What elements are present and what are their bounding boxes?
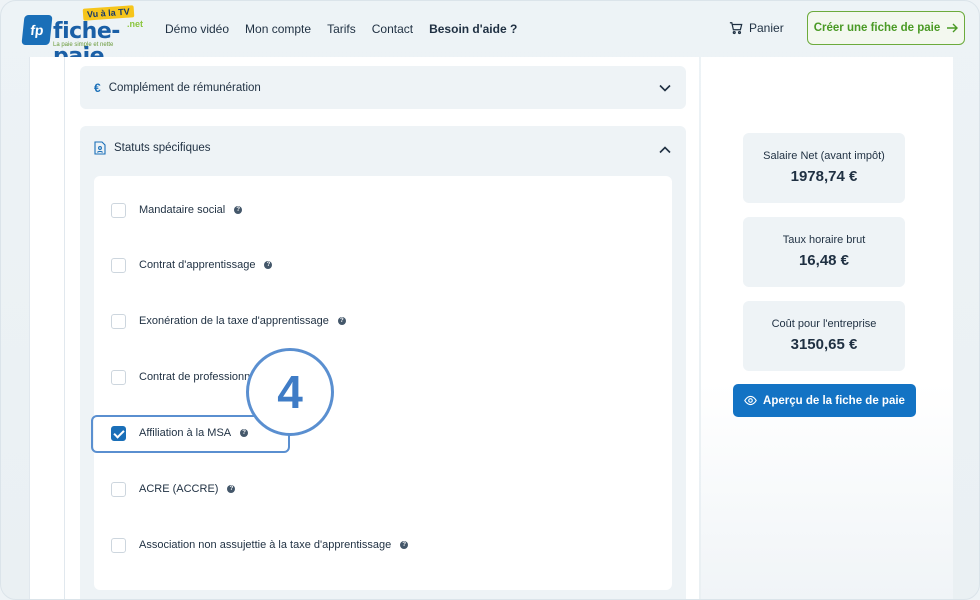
form-panel: € Complément de rémunération Statuts spé… — [29, 57, 699, 599]
help-icon[interactable]: ? — [227, 485, 236, 493]
create-payslip-label: Créer une fiche de paie — [813, 22, 941, 34]
nav-contact[interactable]: Contact — [372, 22, 413, 36]
logo-net: .net — [127, 19, 144, 29]
eye-icon — [744, 395, 757, 406]
logo-badge: fp — [21, 15, 53, 45]
accordion-complement-label: Complément de rémunération — [108, 82, 261, 94]
preview-payslip-button[interactable]: Aperçu de la fiche de paie — [733, 384, 916, 417]
nav-demo-video[interactable]: Démo vidéo — [165, 22, 229, 36]
checkbox[interactable] — [111, 537, 126, 553]
option-label: Association non assujettie à la taxe d'a… — [139, 539, 392, 551]
accordion-title: € Complément de rémunération — [94, 81, 261, 95]
checkbox[interactable] — [111, 481, 126, 497]
preview-label: Aperçu de la fiche de paie — [763, 394, 905, 407]
divider — [64, 57, 65, 599]
help-icon[interactable]: ? — [337, 317, 346, 325]
accordion-statuts-label: Statuts spécifiques — [114, 142, 211, 154]
stat-value: 3150,65 € — [790, 336, 858, 353]
accordion-title: Statuts spécifiques — [94, 141, 211, 155]
stat-salaire-net: Salaire Net (avant impôt) 1978,74 € — [743, 133, 905, 203]
stat-value: 16,48 € — [798, 252, 850, 269]
app-window: fp Vu à la TV fiche-paie .net La paie si… — [0, 0, 980, 600]
step-number-badge: 4 — [246, 348, 334, 436]
options-list: Mandataire social ? Contrat d'apprentiss… — [94, 176, 672, 590]
option-label: Exonération de la taxe d'apprentissage — [139, 315, 329, 327]
create-payslip-button[interactable]: Créer une fiche de paie — [807, 11, 965, 45]
nav-besoin-aide[interactable]: Besoin d'aide ? — [429, 22, 517, 36]
accordion-complement-remuneration[interactable]: € Complément de rémunération — [80, 66, 686, 109]
option-contrat-apprentissage[interactable]: Contrat d'apprentissage ? — [111, 257, 273, 273]
stat-cout-entreprise: Coût pour l'entreprise 3150,65 € — [743, 301, 905, 371]
checkbox[interactable] — [111, 202, 126, 218]
top-header: fp Vu à la TV fiche-paie .net La paie si… — [1, 1, 979, 69]
option-exoneration-taxe[interactable]: Exonération de la taxe d'apprentissage ? — [111, 313, 346, 329]
help-icon[interactable]: ? — [234, 206, 243, 214]
cart-label: Panier — [749, 21, 784, 35]
option-label: Contrat d'apprentissage — [139, 259, 256, 271]
checkbox[interactable] — [111, 257, 126, 273]
option-acre[interactable]: ACRE (ACCRE) ? — [111, 481, 236, 497]
stat-taux-horaire: Taux horaire brut 16,48 € — [743, 217, 905, 287]
chevron-up-icon[interactable] — [658, 143, 672, 157]
option-label: Mandataire social — [139, 204, 226, 216]
stat-value: 1978,74 € — [790, 168, 858, 185]
logo[interactable]: fp Vu à la TV fiche-paie .net La paie si… — [21, 5, 144, 69]
cart-icon — [729, 22, 743, 35]
accordion-statuts-specifiques[interactable]: Statuts spécifiques Mandataire social ? … — [80, 126, 686, 599]
document-person-icon — [94, 141, 106, 155]
summary-panel: Salaire Net (avant impôt) 1978,74 € Taux… — [701, 57, 953, 599]
option-association-non-assujettie[interactable]: Association non assujettie à la taxe d'a… — [111, 537, 409, 553]
help-icon[interactable]: ? — [264, 261, 273, 269]
checkbox[interactable] — [111, 313, 126, 329]
euro-icon: € — [94, 81, 101, 95]
main-nav: Démo vidéo Mon compte Tarifs Contact Bes… — [165, 1, 517, 57]
nav-mon-compte[interactable]: Mon compte — [245, 22, 311, 36]
arrow-right-icon — [947, 23, 959, 33]
stat-label: Taux horaire brut — [782, 234, 866, 246]
option-mandataire-social[interactable]: Mandataire social ? — [111, 202, 243, 218]
stat-label: Coût pour l'entreprise — [771, 318, 877, 330]
help-icon[interactable]: ? — [400, 541, 409, 549]
logo-tagline: La paie simple et nette — [53, 42, 114, 48]
checkbox[interactable] — [111, 369, 126, 385]
option-label: ACRE (ACCRE) — [139, 483, 219, 495]
nav-tarifs[interactable]: Tarifs — [327, 22, 356, 36]
stat-label: Salaire Net (avant impôt) — [763, 150, 885, 162]
chevron-down-icon[interactable] — [658, 81, 672, 95]
cart-link[interactable]: Panier — [729, 21, 784, 35]
